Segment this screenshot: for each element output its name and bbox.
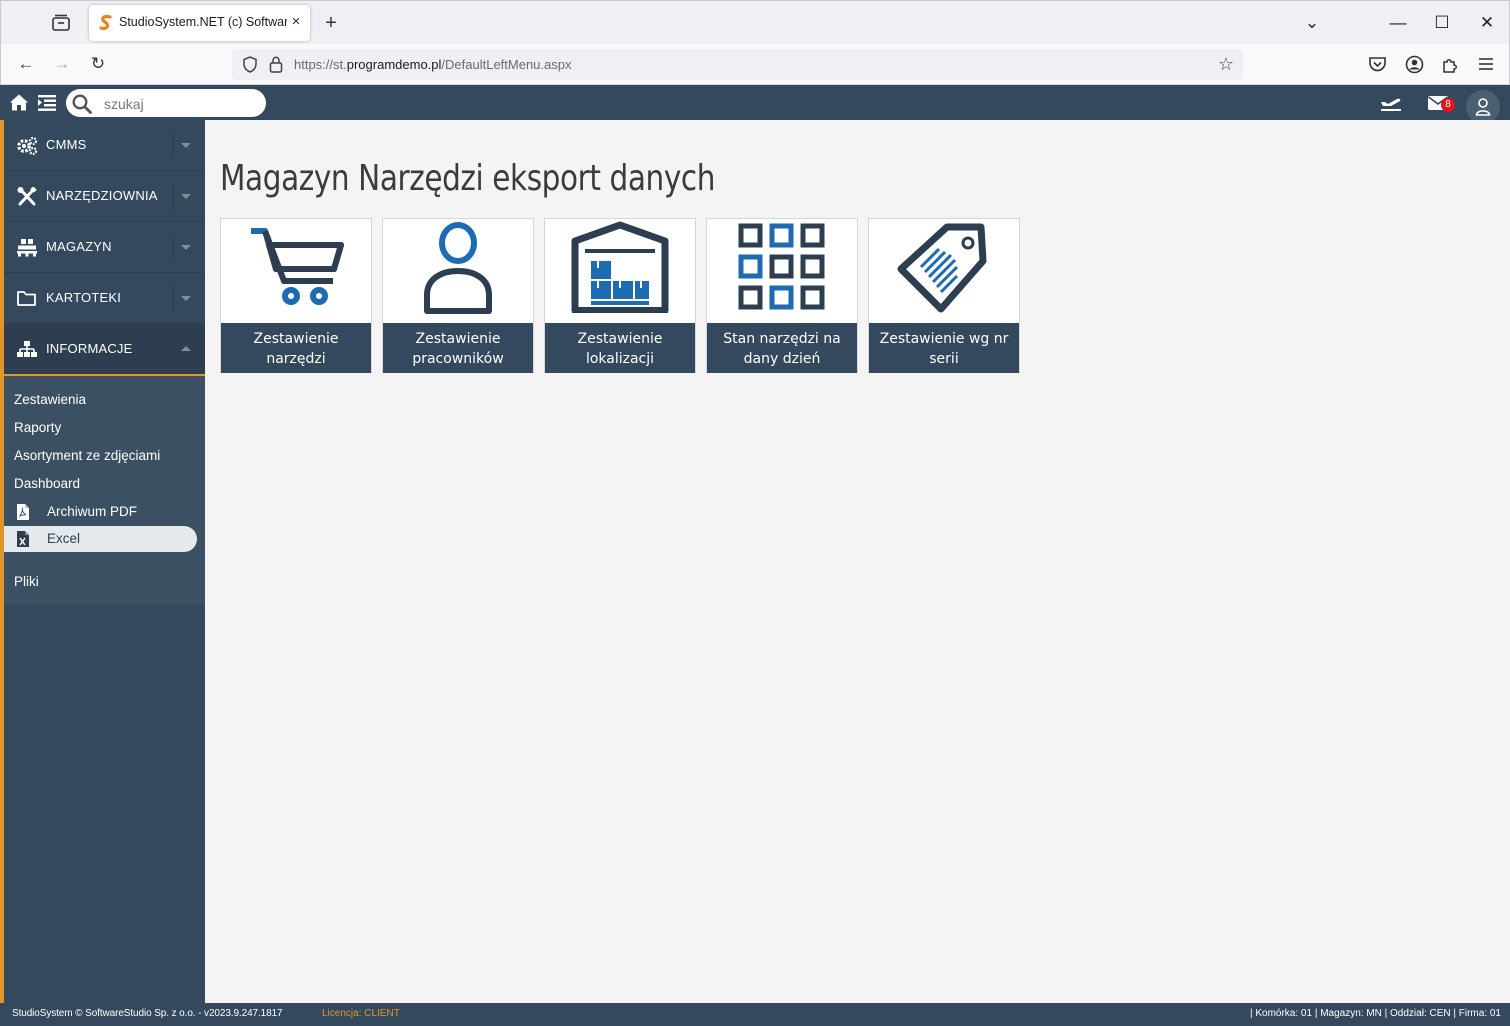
tile-zestawienie-pracownikow[interactable]: Zestawienie pracowników [382, 218, 534, 373]
cart-icon [251, 228, 344, 305]
tile-label: Zestawienie lokalizacji [545, 323, 695, 373]
sidebar-item-narzedziownia[interactable]: NARZĘDZIOWNIA [4, 171, 205, 222]
sidebar-item-label: CMMS [46, 137, 87, 152]
studiosystem-favicon-icon [99, 14, 112, 31]
grid-icon [738, 223, 825, 310]
search-icon [72, 94, 92, 114]
caret-up-icon[interactable] [180, 344, 192, 354]
tab-title: StudioSystem.NET (c) SoftwareStudio [119, 15, 287, 29]
divider [173, 234, 174, 261]
minimize-button[interactable]: — [1384, 11, 1412, 35]
url-text[interactable]: https://st.programdemo.pl/DefaultLeftMen… [294, 57, 571, 72]
sitemap-icon [17, 341, 37, 357]
close-tab-icon[interactable]: × [287, 11, 305, 33]
warehouse-icon [571, 221, 669, 313]
sidebar: CMMS NARZĘDZIOWNIA MAGAZYN KARTOTEKI INF… [0, 120, 205, 1003]
account-icon[interactable] [1405, 55, 1424, 74]
user-icon [1475, 98, 1491, 116]
status-footer: StudioSystem © SoftwareStudio Sp. z o.o.… [0, 1003, 1510, 1026]
shield-icon[interactable] [242, 56, 258, 73]
submenu-item-label: Archiwum PDF [47, 504, 138, 519]
tile-zestawienie-wg-serii[interactable]: Zestawienie wg nr serii [868, 218, 1020, 373]
forward-button[interactable]: → [50, 53, 74, 75]
sidebar-item-label: INFORMACJE [46, 341, 133, 356]
user-avatar[interactable] [1466, 90, 1500, 124]
person-icon [424, 222, 492, 314]
gears-icon [17, 136, 38, 155]
submenu-item-label: Excel [47, 531, 81, 546]
excel-file-icon [17, 531, 29, 547]
sidebar-item-cmms[interactable]: CMMS [4, 120, 205, 171]
divider [173, 336, 174, 363]
tile-label: Zestawienie wg nr serii [869, 323, 1019, 373]
back-button[interactable]: ← [14, 53, 38, 75]
extensions-icon[interactable] [1441, 55, 1460, 74]
tile-zestawienie-narzedzi[interactable]: Zestawienie narzędzi [220, 218, 372, 373]
lock-icon[interactable] [269, 56, 283, 73]
tile-stan-narzedzi[interactable]: Stan narzędzi na dany dzień [706, 218, 858, 373]
address-bar[interactable]: https://st.programdemo.pl/DefaultLeftMen… [232, 49, 1243, 80]
tools-icon [17, 187, 37, 206]
maximize-button[interactable]: ☐ [1428, 11, 1456, 35]
caret-down-icon[interactable] [180, 242, 192, 252]
submenu-item-excel[interactable]: Excel [4, 526, 197, 552]
page-title: Magazyn Narzędzi eksport danych [220, 158, 715, 199]
submenu-item-archiwum-pdf[interactable]: Archiwum PDF [4, 499, 197, 525]
caret-down-icon[interactable] [180, 191, 192, 201]
sidebar-item-magazyn[interactable]: MAGAZYN [4, 222, 205, 273]
divider [173, 132, 174, 159]
bookmark-star-icon[interactable]: ☆ [1216, 55, 1236, 74]
caret-down-icon[interactable] [180, 140, 192, 150]
tab-overview-icon[interactable] [50, 13, 72, 33]
main-content: Magazyn Narzędzi eksport danych Zestawie… [205, 120, 1510, 1003]
hamburger-menu-icon[interactable] [1478, 56, 1494, 72]
mail-count-badge[interactable]: 8 [1441, 98, 1455, 112]
sidebar-item-label: NARZĘDZIOWNIA [46, 188, 158, 203]
footer-context: | Komórka: 01 | Magazyn: MN | Oddział: C… [1249, 1008, 1501, 1019]
search-input[interactable] [104, 94, 254, 114]
sidebar-item-label: MAGAZYN [46, 239, 112, 254]
menu-toggle-icon[interactable] [38, 94, 56, 111]
sidebar-item-kartoteki[interactable]: KARTOTEKI [4, 273, 205, 324]
tile-label: Stan narzędzi na dany dzień [707, 323, 857, 373]
submenu-link-asortyment[interactable]: Asortyment ze zdjęciami [14, 448, 160, 463]
pdf-file-icon [17, 504, 29, 520]
browser-tab-bar: StudioSystem.NET (c) SoftwareStudio × + … [0, 0, 1510, 44]
submenu-link-dashboard[interactable]: Dashboard [14, 476, 80, 491]
new-tab-button[interactable]: + [319, 11, 343, 35]
informacje-submenu: Zestawienia Raporty Asortyment ze zdjęci… [4, 376, 205, 605]
tab-list-button[interactable]: ⌄ [1298, 11, 1326, 35]
submenu-link-raporty[interactable]: Raporty [14, 420, 61, 435]
sidebar-item-informacje[interactable]: INFORMACJE [4, 324, 205, 376]
submenu-link-zestawienia[interactable]: Zestawienia [14, 392, 86, 407]
home-icon[interactable] [9, 93, 29, 112]
tile-label: Zestawienie narzędzi [221, 323, 371, 373]
browser-tab[interactable]: StudioSystem.NET (c) SoftwareStudio × [89, 5, 310, 41]
pocket-icon[interactable] [1368, 55, 1387, 73]
tag-icon [897, 223, 987, 313]
footer-copyright: StudioSystem © SoftwareStudio Sp. z o.o.… [12, 1008, 283, 1019]
search-box[interactable] [66, 89, 266, 117]
sidebar-item-label: KARTOTEKI [46, 290, 122, 305]
airplane-icon[interactable] [1379, 94, 1403, 112]
tile-label: Zestawienie pracowników [383, 323, 533, 373]
reload-button[interactable]: ↻ [86, 53, 110, 75]
tile-zestawienie-lokalizacji[interactable]: Zestawienie lokalizacji [544, 218, 696, 373]
submenu-link-pliki[interactable]: Pliki [14, 574, 39, 589]
browser-nav-bar: ← → ↻ https://st.programdemo.pl/DefaultL… [0, 44, 1510, 85]
app-header [0, 85, 1510, 124]
footer-license: Licencja: CLIENT [322, 1008, 400, 1019]
folder-icon [17, 291, 36, 306]
pallet-icon [17, 239, 37, 257]
close-window-button[interactable]: ✕ [1473, 11, 1501, 35]
caret-down-icon[interactable] [180, 293, 192, 303]
divider [173, 183, 174, 210]
divider [173, 285, 174, 312]
